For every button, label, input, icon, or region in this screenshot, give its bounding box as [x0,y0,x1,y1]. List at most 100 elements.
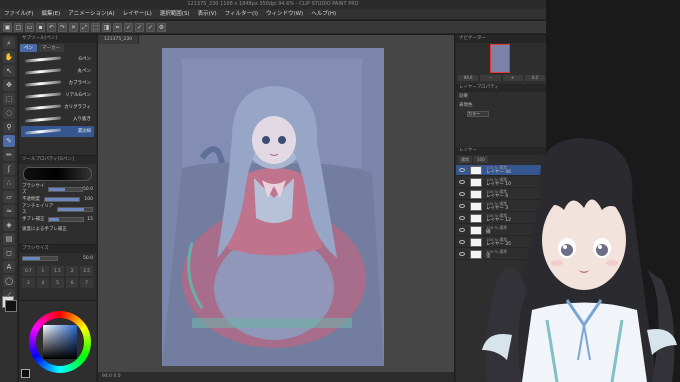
stabilization-slider[interactable] [47,216,84,222]
prop-value: 15 [87,216,93,222]
eraser-tool-icon[interactable]: ▱ [3,191,15,203]
size-preset[interactable]: 3 [22,278,35,288]
pencil-tool-icon[interactable]: ✏ [3,149,15,161]
brush-tool-icon[interactable]: ʃ [3,163,15,175]
eye-icon[interactable] [459,228,465,232]
text-tool-icon[interactable]: A [3,261,15,273]
menu-selection[interactable]: 選択範囲(S) [156,9,194,19]
tab-marker[interactable]: マーカー [38,44,64,52]
new-icon[interactable]: □ [14,22,23,32]
size-preset[interactable]: 1 [36,266,50,276]
brush-item[interactable]: Gペン [21,54,94,65]
menu-edit[interactable]: 編集(E) [37,9,64,19]
eye-icon[interactable] [459,204,465,208]
size-preset[interactable]: 0.7 [22,266,35,276]
vtuber-avatar [482,138,677,382]
prop-value: 50.0 [82,186,93,192]
eye-icon[interactable] [459,180,465,184]
color-wheel[interactable] [29,311,91,373]
brush-item[interactable]: リアルGペン [21,90,94,101]
size-preset[interactable]: 2 [65,266,79,276]
gradient-tool-icon[interactable]: ▤ [3,233,15,245]
color-mode-select[interactable]: カラー [467,110,489,117]
zoom-tool-icon[interactable]: ⌕ [3,37,15,49]
hand-tool-icon[interactable]: ✋ [3,51,15,63]
document-tab[interactable]: 121375_230 [98,35,140,44]
redo-icon[interactable]: ↷ [58,22,67,32]
fill-tool-icon[interactable]: ◈ [3,219,15,231]
size-preset[interactable]: 6 [65,278,79,288]
menu-file[interactable]: ファイル(F) [0,9,37,19]
current-color-swatch[interactable] [21,369,30,378]
prop-row[interactable]: 手ブレ補正 15 [19,214,96,224]
brush-item-selected[interactable]: 濃淡線 [21,126,94,137]
brush-item[interactable]: 入り抜き [21,114,94,125]
blend-tool-icon[interactable]: ≈ [3,205,15,217]
eye-icon[interactable] [459,168,465,172]
speed-stabilization-checkbox[interactable]: 速度による手ブレ補正 [19,224,96,234]
pen-tool-icon[interactable]: ✎ [3,135,15,147]
size-preset[interactable]: 7 [80,278,93,288]
brush-stroke-preview [24,92,62,99]
lasso-tool-icon[interactable]: ◌ [3,107,15,119]
brush-item[interactable]: 丸ペン [21,66,94,77]
airbrush-tool-icon[interactable]: ∴ [3,177,15,189]
brush-item[interactable]: カリグラフィ [21,102,94,113]
zoom-in-icon[interactable]: + [502,75,523,81]
artwork-image[interactable] [162,48,384,366]
eye-icon[interactable] [459,252,465,256]
check-icon-3[interactable]: ✓ [146,22,155,32]
eye-icon[interactable] [459,192,465,196]
move-tool-icon[interactable]: ✥ [3,79,15,91]
check-icon-2[interactable]: ✓ [135,22,144,32]
open-icon[interactable]: ▭ [25,22,34,32]
size-preset[interactable]: 5 [51,278,64,288]
navigator-view-frame[interactable] [490,44,510,73]
menu-animation[interactable]: アニメーション(A) [64,9,118,19]
settings-icon[interactable]: ⚙ [157,22,166,32]
menu-window[interactable]: ウィンドウ(W) [262,9,307,19]
undo-icon[interactable]: ↶ [47,22,56,32]
antialias-slider[interactable] [57,206,93,212]
navigator-zoom-value[interactable]: 94.6 [458,75,479,81]
menu-filter[interactable]: フィルター(I) [221,9,262,19]
eye-icon[interactable] [459,240,465,244]
operation-tool-icon[interactable]: ↖ [3,65,15,77]
zoom-out-icon[interactable]: − [480,75,501,81]
app-icon[interactable]: ▣ [3,22,12,32]
brush-size-panel-slider[interactable] [22,255,58,261]
size-preset[interactable]: 1.5 [51,266,64,276]
menu-help[interactable]: ヘルプ(H) [307,9,340,19]
prop-row[interactable]: ブラシサイズ 50.0 [19,184,96,195]
navigator-angle-value[interactable]: 0.0 [524,75,545,81]
crop-icon[interactable]: ⌗ [113,22,122,32]
invert-icon[interactable]: ◨ [102,22,111,32]
saturation-value-square[interactable] [43,325,77,359]
eye-icon[interactable] [459,216,465,220]
clear-icon[interactable]: ✕ [69,22,78,32]
figure-tool-icon[interactable]: ◻ [3,247,15,259]
eyedropper-tool-icon[interactable]: ⚲ [3,121,15,133]
save-icon[interactable]: ▪ [36,22,45,32]
slider-fill [48,187,66,191]
main-color-swatch[interactable] [5,300,17,312]
brush-item[interactable]: カブラペン [21,78,94,89]
blend-mode-select[interactable]: 通常 [458,156,472,163]
balloon-tool-icon[interactable]: ◯ [3,275,15,287]
transform-icon[interactable]: ⤢ [80,22,89,32]
menu-layer[interactable]: レイヤー(L) [119,9,156,19]
brush-size-panel: ブラシサイズ 50.0 0.7 1 1.5 2 2.5 3 4 5 6 7 [19,245,97,300]
opacity-slider[interactable] [44,196,81,202]
check-icon[interactable]: ✓ [124,22,133,32]
prop-row[interactable]: アンチエイリアス [19,204,96,215]
brush-size-slider[interactable] [47,186,83,192]
navigator-thumbnail[interactable] [478,43,518,75]
menu-view[interactable]: 表示(V) [194,9,221,19]
size-preset[interactable]: 4 [36,278,50,288]
size-preset[interactable]: 2.5 [80,266,93,276]
tab-pen[interactable]: ペン [20,44,37,52]
deselect-icon[interactable]: ⬚ [91,22,100,32]
prop-label: アンチエイリアス [22,204,54,215]
canvas-area[interactable]: 121375_230 [98,35,454,372]
selection-tool-icon[interactable]: ⬚ [3,93,15,105]
